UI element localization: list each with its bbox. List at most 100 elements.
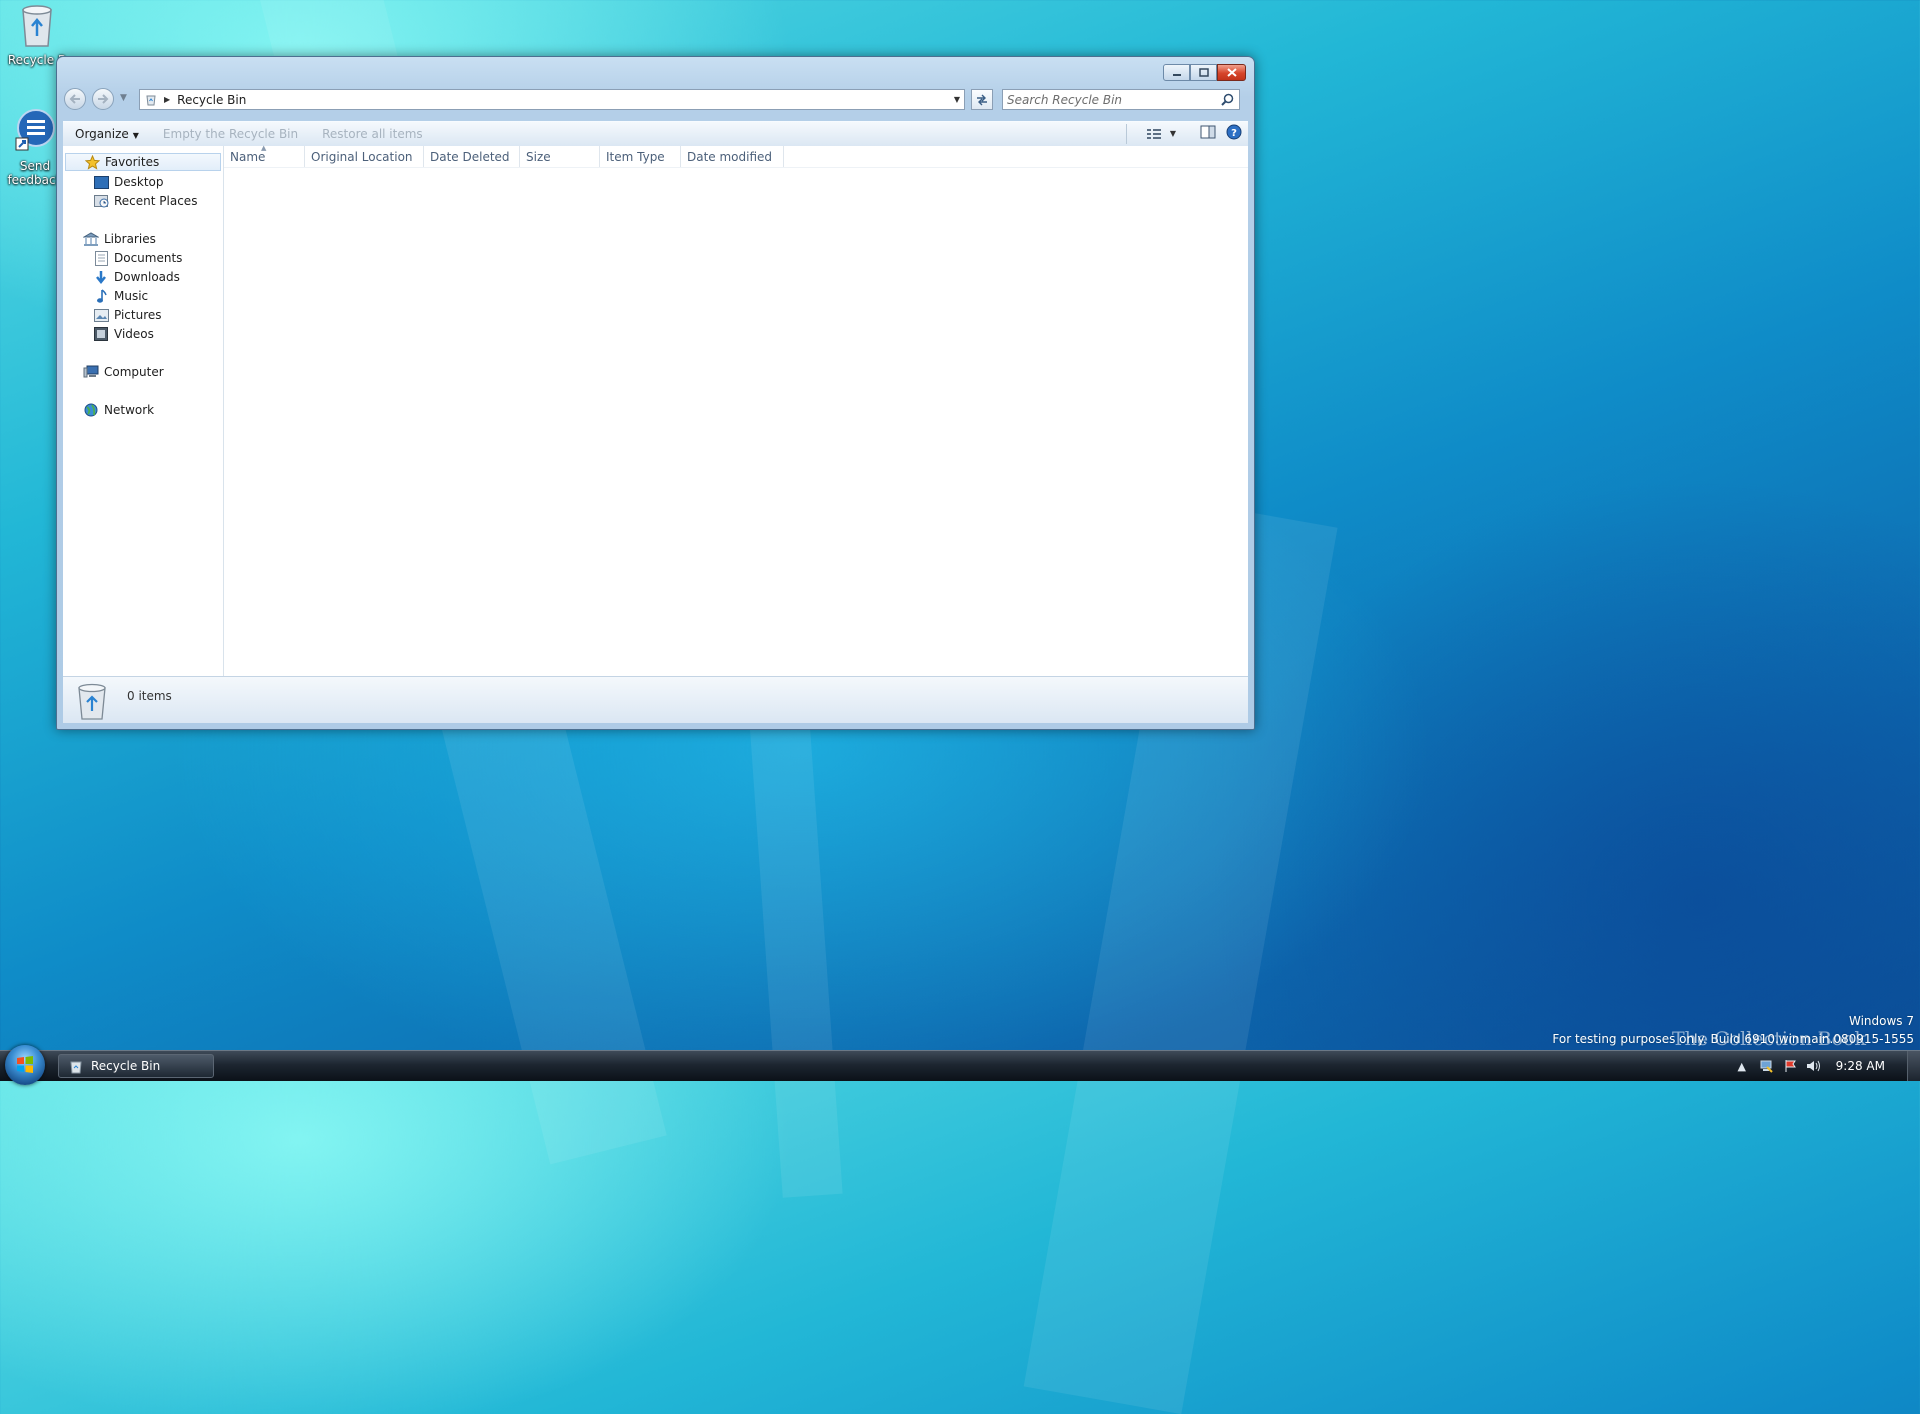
command-bar: Organize ▼ Empty the Recycle Bin Restore … [63, 121, 1248, 147]
column-header-label: Original Location [311, 149, 413, 164]
brand-watermark: The Collection Book [1672, 1028, 1866, 1050]
explorer-body: Favorites Desktop Recent Places Librarie… [63, 144, 1248, 676]
column-header-label: Date Deleted [430, 149, 510, 164]
show-desktop-button[interactable] [1907, 1051, 1920, 1081]
chevron-down-icon: ▼ [1169, 129, 1176, 138]
column-header-label: Size [526, 149, 551, 164]
back-button[interactable] [64, 88, 86, 110]
videos-icon [93, 326, 109, 342]
address-dropdown-button[interactable]: ▼ [954, 95, 960, 104]
details-pane: 0 items [63, 676, 1248, 723]
start-button[interactable] [5, 1045, 45, 1085]
file-list: ▲ Name Original Location Date Deleted Si… [224, 144, 1248, 676]
show-hidden-icons-button[interactable]: ▲ [1734, 1058, 1750, 1074]
help-icon: ? [1226, 124, 1242, 140]
nav-recent-places[interactable]: Recent Places [93, 192, 197, 210]
help-button[interactable]: ? [1226, 124, 1242, 143]
column-header-divider [224, 167, 1248, 168]
documents-icon [93, 250, 109, 266]
network-tray-icon[interactable] [1758, 1058, 1774, 1074]
taskbar-recycle-bin-button[interactable]: Recycle Bin [58, 1054, 214, 1078]
nav-documents[interactable]: Documents [93, 249, 182, 267]
view-details-icon [1146, 128, 1161, 139]
recent-pages-dropdown[interactable]: ▼ [120, 93, 127, 103]
nav-favorites[interactable]: Favorites [65, 153, 221, 171]
chevron-down-icon: ▼ [132, 131, 139, 140]
forward-button[interactable] [92, 88, 114, 110]
search-icon[interactable] [1221, 93, 1234, 106]
desktop-icon [93, 174, 109, 190]
item-count: 0 items [127, 689, 172, 703]
column-header-label: Item Type [606, 149, 665, 164]
network-icon [83, 402, 99, 418]
back-arrow-icon [69, 94, 80, 104]
preview-pane-icon [1200, 125, 1216, 139]
sort-ascending-icon: ▲ [261, 144, 267, 152]
recycle-bin-icon [78, 683, 106, 720]
nav-computer[interactable]: Computer [83, 363, 164, 381]
change-view-button[interactable]: ▼ [1146, 127, 1176, 141]
nav-desktop[interactable]: Desktop [93, 173, 164, 191]
caption-buttons [1163, 64, 1246, 81]
recycle-bin-window: ▼ ▶ Recycle Bin ▼ Organize▼ Empty the Re… [56, 56, 1255, 730]
column-header-name[interactable]: ▲ Name [224, 144, 305, 167]
nav-libraries-label: Libraries [104, 232, 156, 246]
nav-recent-places-label: Recent Places [114, 194, 198, 208]
windows-logo-icon [17, 1056, 33, 1073]
address-bar[interactable]: ▶ Recycle Bin ▼ [139, 89, 965, 110]
action-center-tray-icon[interactable] [1782, 1058, 1798, 1074]
recent-places-icon [93, 193, 109, 209]
pictures-icon [93, 307, 109, 323]
preview-pane-button[interactable] [1200, 125, 1216, 142]
refresh-icon [977, 94, 987, 105]
os-version-text: Windows 7 [1848, 1014, 1914, 1028]
restore-all-items-button[interactable]: Restore all items [310, 127, 435, 141]
star-icon [84, 154, 100, 170]
volume-tray-icon[interactable] [1806, 1058, 1822, 1074]
refresh-button[interactable] [971, 89, 993, 110]
recycle-bin-small-icon [146, 95, 156, 105]
nav-desktop-label: Desktop [114, 175, 164, 189]
organize-menu[interactable]: Organize ▼ [63, 127, 151, 141]
minimize-button[interactable] [1163, 64, 1190, 81]
nav-libraries[interactable]: Libraries [83, 230, 156, 248]
column-header-label: Date modified [687, 149, 773, 164]
column-header-date-deleted[interactable]: Date Deleted [424, 146, 520, 167]
toolbar-right-group: ▼ ? [1146, 124, 1242, 143]
breadcrumb-location[interactable]: Recycle Bin [177, 93, 246, 107]
computer-icon [83, 364, 99, 380]
nav-pictures[interactable]: Pictures [93, 306, 162, 324]
close-button[interactable] [1217, 64, 1246, 81]
search-box[interactable] [1002, 89, 1240, 110]
svg-text:?: ? [1231, 128, 1237, 139]
nav-downloads-label: Downloads [114, 270, 180, 284]
maximize-button[interactable] [1190, 64, 1217, 81]
search-input[interactable] [1007, 92, 1207, 107]
organize-label: Organize [75, 127, 129, 141]
nav-downloads[interactable]: Downloads [93, 268, 180, 286]
close-icon [1226, 68, 1237, 77]
taskbar: Recycle Bin ▲ 9:28 AM [0, 1045, 1920, 1085]
column-header-size[interactable]: Size [520, 146, 600, 167]
brand-watermark-text: The Collection Book [1672, 1028, 1866, 1050]
music-icon [93, 288, 109, 304]
empty-recycle-bin-button[interactable]: Empty the Recycle Bin [151, 127, 310, 141]
desktop-icon-label: Send feedback [7, 159, 63, 187]
nav-documents-label: Documents [114, 251, 183, 265]
nav-computer-label: Computer [104, 365, 164, 379]
nav-music-label: Music [114, 289, 149, 303]
taskbar-clock[interactable]: 9:28 AM [1836, 1059, 1885, 1073]
nav-network[interactable]: Network [83, 401, 154, 419]
column-header-original-location[interactable]: Original Location [305, 146, 424, 167]
nav-videos-label: Videos [114, 327, 154, 341]
breadcrumb-separator[interactable]: ▶ [164, 95, 170, 104]
libraries-icon [83, 231, 99, 247]
nav-favorites-label: Favorites [105, 155, 160, 169]
taskbar-button-label: Recycle Bin [91, 1059, 161, 1073]
nav-network-label: Network [104, 403, 155, 417]
column-header-item-type[interactable]: Item Type [600, 146, 681, 167]
nav-videos[interactable]: Videos [93, 325, 154, 343]
column-header-date-modified[interactable]: Date modified [681, 146, 784, 167]
nav-music[interactable]: Music [93, 287, 148, 305]
nav-pictures-label: Pictures [114, 308, 162, 322]
